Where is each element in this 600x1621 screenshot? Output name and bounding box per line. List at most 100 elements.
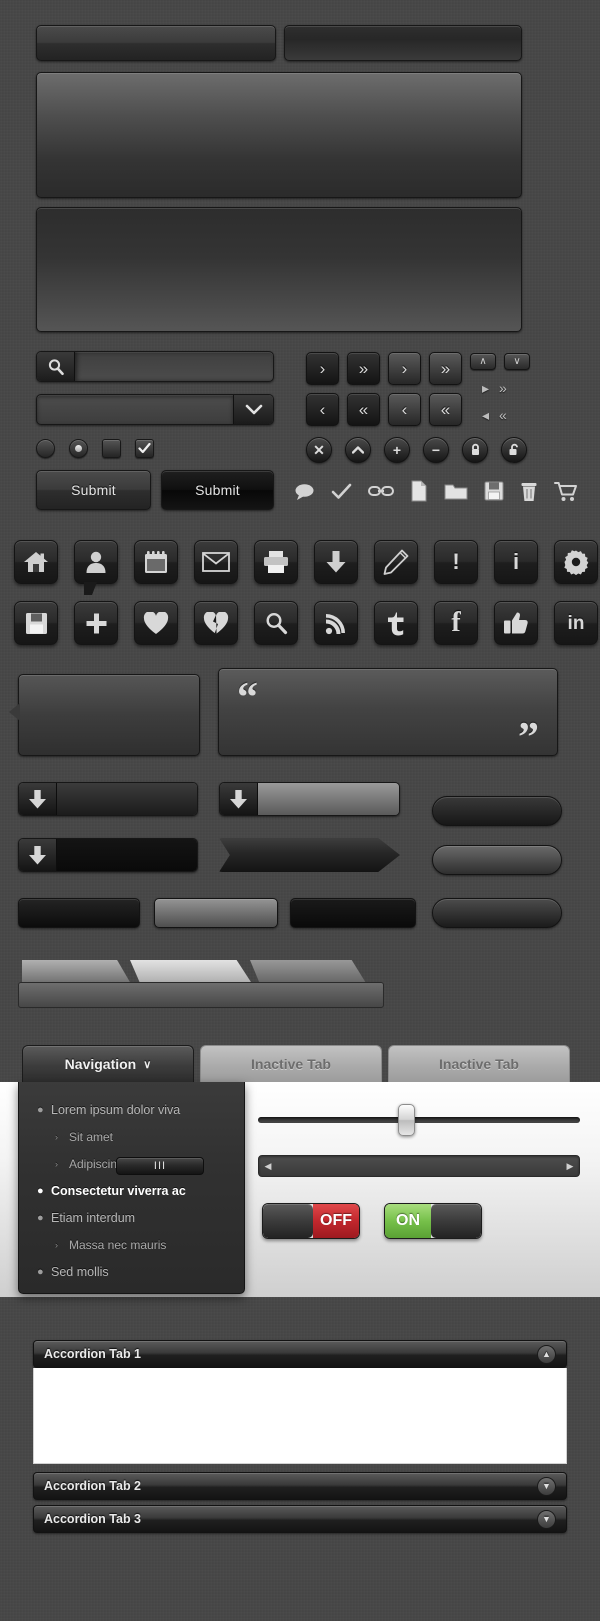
toggle-switch-on[interactable]: ON <box>384 1203 482 1239</box>
tab-inactive-2[interactable]: Inactive Tab <box>388 1045 570 1082</box>
save-icon[interactable] <box>484 481 504 501</box>
next-button[interactable]: › <box>306 352 339 385</box>
menu-item[interactable]: › Massa nec mauris <box>19 1231 244 1258</box>
facebook-icon-tile[interactable]: f <box>434 601 478 645</box>
thumbs-up-icon-tile[interactable] <box>494 601 538 645</box>
prev-button-alt[interactable]: ‹ <box>388 393 421 426</box>
accordion-header-1[interactable]: Accordion Tab 1 ▲ <box>33 1340 567 1368</box>
play-right-icon[interactable]: ▸ <box>482 381 489 395</box>
radio-checked[interactable] <box>69 438 88 458</box>
download-button-black[interactable] <box>18 838 198 872</box>
menu-item[interactable]: › Sit amet <box>19 1123 244 1150</box>
trash-icon[interactable] <box>520 481 538 502</box>
submit-button-primary[interactable]: Submit <box>36 470 151 510</box>
menu-item[interactable]: ● Sed mollis <box>19 1258 244 1285</box>
user-icon-tile[interactable] <box>74 540 118 595</box>
pencil-icon-tile[interactable] <box>374 540 418 584</box>
prev-button[interactable]: ‹ <box>306 393 339 426</box>
cart-icon[interactable] <box>554 481 578 502</box>
close-button[interactable]: ✕ <box>306 437 332 463</box>
accordion-header-3[interactable]: Accordion Tab 3 ▼ <box>33 1505 567 1533</box>
header-bar-light[interactable] <box>36 25 276 61</box>
chevron-down-icon[interactable]: ▼ <box>537 1509 556 1529</box>
next-button-alt[interactable]: › <box>388 352 421 385</box>
menu-item-current[interactable]: ● Consectetur viverra ac <box>19 1177 244 1204</box>
dropdown-select[interactable] <box>36 394 274 425</box>
spinner-up-button[interactable]: ∧ <box>470 353 496 370</box>
folder-icon[interactable] <box>444 481 468 501</box>
broken-heart-icon-tile[interactable] <box>194 601 238 645</box>
tab-inactive-1[interactable]: Inactive Tab <box>200 1045 382 1082</box>
pill-button-light[interactable] <box>432 845 562 875</box>
pill-button-medium[interactable] <box>432 898 562 928</box>
menu-item[interactable]: ● Etiam interdum <box>19 1204 244 1231</box>
remove-button[interactable]: − <box>423 437 449 463</box>
lock-open-button[interactable] <box>501 437 527 463</box>
search-bar[interactable] <box>36 351 274 382</box>
play-left-icon[interactable]: ◂ <box>482 408 489 422</box>
lock-closed-button[interactable] <box>462 437 488 463</box>
scroll-right-icon[interactable]: ▶ <box>561 1161 579 1172</box>
toggle-switch-off[interactable]: OFF <box>262 1203 360 1239</box>
checkbox-checked[interactable] <box>135 438 154 458</box>
accordion-header-2[interactable]: Accordion Tab 2 ▼ <box>33 1472 567 1500</box>
header-bar-dark[interactable] <box>284 25 522 61</box>
toggle-knob[interactable] <box>431 1204 481 1238</box>
pill-button-dark[interactable] <box>432 796 562 826</box>
home-icon-tile[interactable] <box>14 540 58 584</box>
info-icon-tile[interactable]: i <box>494 540 538 584</box>
twitter-icon-tile[interactable] <box>374 601 418 645</box>
scrollbar-thumb[interactable]: III <box>116 1157 204 1175</box>
next-glyph-alt: › <box>401 359 408 378</box>
spinner-buttons: ∧ ∨ <box>470 353 530 370</box>
mail-icon-tile[interactable] <box>194 540 238 584</box>
skip-right-icon[interactable]: » <box>499 381 507 395</box>
flat-button-black[interactable] <box>18 898 140 928</box>
download-icon-tile[interactable] <box>314 540 358 584</box>
check-icon[interactable] <box>331 483 352 500</box>
spinner-down-button[interactable]: ∨ <box>504 353 530 370</box>
rewind-button[interactable]: « <box>347 393 380 426</box>
download-button-light[interactable] <box>219 782 400 816</box>
horizontal-scrollbar[interactable]: ◀ ▶ <box>258 1155 580 1177</box>
flat-button-inset[interactable] <box>290 898 416 928</box>
slider-handle[interactable] <box>398 1104 415 1136</box>
skip-left-icon[interactable]: « <box>499 408 507 422</box>
plus-icon-tile[interactable] <box>74 601 118 645</box>
checkbox-unchecked[interactable] <box>102 438 121 458</box>
comment-icon[interactable] <box>294 483 315 500</box>
printer-icon-tile[interactable] <box>254 540 298 584</box>
chevron-up-icon[interactable]: ▲ <box>537 1344 556 1364</box>
chevron-down-icon[interactable] <box>233 395 273 424</box>
scroll-left-icon[interactable]: ◀ <box>259 1161 277 1172</box>
fast-forward-button[interactable]: » <box>347 352 380 385</box>
bullet-icon: › <box>55 1158 58 1169</box>
search-icon[interactable] <box>37 352 75 381</box>
heart-icon-tile[interactable] <box>134 601 178 645</box>
radio-unchecked[interactable] <box>36 438 55 458</box>
slider-track[interactable] <box>258 1117 580 1123</box>
rss-icon-tile[interactable] <box>314 601 358 645</box>
search-icon-tile[interactable] <box>254 601 298 645</box>
menu-item[interactable]: ● Lorem ipsum dolor viva <box>19 1096 244 1123</box>
gear-icon-tile[interactable] <box>554 540 598 584</box>
flat-button-light[interactable] <box>154 898 278 928</box>
download-button-dark[interactable] <box>18 782 198 816</box>
submit-button-secondary[interactable]: Submit <box>161 470 274 510</box>
collapse-button[interactable] <box>345 437 371 463</box>
rewind-button-alt[interactable]: « <box>429 393 462 426</box>
search-input[interactable] <box>75 352 273 381</box>
add-button[interactable]: + <box>384 437 410 463</box>
floppy-save-icon-tile[interactable] <box>14 601 58 645</box>
content-panel-light <box>36 72 522 198</box>
alert-icon-tile[interactable]: ! <box>434 540 478 584</box>
link-icon[interactable] <box>368 484 394 498</box>
file-icon[interactable] <box>410 480 428 502</box>
tab-navigation[interactable]: Navigation ∨ <box>22 1045 194 1082</box>
linkedin-icon-tile[interactable]: in <box>554 601 598 645</box>
chevron-down-icon[interactable]: ▼ <box>537 1476 556 1496</box>
toggle-knob[interactable] <box>263 1204 313 1238</box>
calendar-icon-tile[interactable] <box>134 540 178 584</box>
fast-forward-button-alt[interactable]: » <box>429 352 462 385</box>
chevron-ribbon-button[interactable] <box>219 838 400 872</box>
